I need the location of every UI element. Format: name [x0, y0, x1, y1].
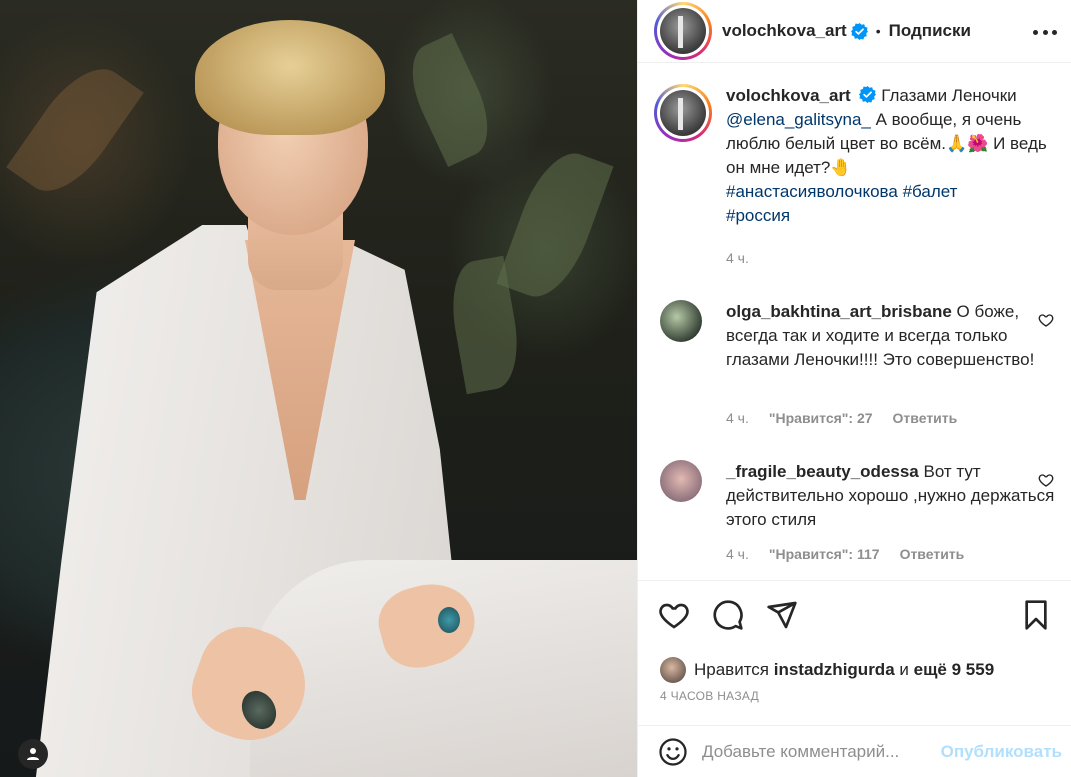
caption-text: Глазами Леночки	[881, 86, 1017, 105]
comment-username[interactable]: olga_bakhtina_art_brisbane	[726, 302, 952, 321]
hashtag[interactable]: #россия	[726, 206, 790, 225]
comment-item: _fragile_beauty_odessa Вот тут действите…	[654, 460, 1056, 532]
post-caption: volochkova_art Глазами Леночки @elena_ga…	[654, 84, 1056, 228]
comment-icon[interactable]	[712, 599, 744, 631]
comment-item: olga_bakhtina_art_brisbane О боже, всегд…	[654, 300, 1056, 372]
add-comment-bar: Опубликовать	[638, 725, 1071, 777]
post-photo[interactable]	[0, 0, 637, 777]
heart-icon[interactable]	[1038, 472, 1054, 488]
photo-leaf	[397, 32, 503, 168]
header-separator: •	[875, 23, 881, 39]
heart-icon[interactable]	[658, 599, 690, 631]
likes-and: и	[899, 660, 909, 679]
heart-icon[interactable]	[1038, 312, 1054, 328]
author-avatar[interactable]	[654, 2, 712, 60]
comments-list[interactable]: volochkova_art Глазами Леночки @elena_ga…	[638, 64, 1071, 580]
share-icon[interactable]	[766, 599, 798, 631]
likes-summary[interactable]: Нравится instadzhigurda и ещё 9 559	[660, 657, 994, 683]
photo-leaf	[6, 52, 144, 208]
verified-icon	[859, 86, 877, 103]
tagged-users-button[interactable]	[18, 739, 48, 769]
liker-username[interactable]: instadzhigurda	[774, 660, 895, 680]
comment-username[interactable]: _fragile_beauty_odessa	[726, 462, 919, 481]
author-username[interactable]: volochkova_art	[722, 21, 847, 41]
reply-button[interactable]: Ответить	[893, 410, 958, 426]
post-timestamp[interactable]: 4 ЧАСОВ НАЗАД	[660, 689, 759, 703]
caption-author-avatar[interactable]	[654, 84, 712, 142]
more-options-button[interactable]	[1033, 20, 1057, 44]
commenter-avatar[interactable]	[660, 300, 702, 342]
likes-prefix: Нравится	[694, 660, 770, 679]
photo-ring	[438, 607, 460, 633]
post-side-panel: volochkova_art • Подписки volochkova_art	[637, 0, 1071, 777]
publish-button[interactable]: Опубликовать	[941, 742, 1062, 762]
comment-time[interactable]: 4 ч.	[726, 410, 749, 426]
liker-avatar	[660, 657, 686, 683]
following-button[interactable]: Подписки	[889, 21, 971, 41]
hashtag[interactable]: #анастасияволочкова	[726, 182, 898, 201]
caption-meta: 4 ч.	[726, 250, 749, 266]
bookmark-icon[interactable]	[1020, 599, 1052, 631]
comment-likes[interactable]: "Нравится": 117	[769, 546, 880, 562]
comment-likes[interactable]: "Нравится": 27	[769, 410, 873, 426]
commenter-avatar[interactable]	[660, 460, 702, 502]
emoji-icon[interactable]	[658, 737, 688, 767]
reply-button[interactable]: Ответить	[900, 546, 965, 562]
user-icon	[27, 748, 39, 760]
more-icon	[1033, 29, 1038, 35]
likes-count[interactable]: ещё 9 559	[914, 660, 995, 680]
hashtag[interactable]: #балет	[903, 182, 958, 201]
verified-icon	[850, 22, 868, 40]
caption-author[interactable]: volochkova_art	[726, 86, 851, 105]
caption-mention[interactable]: @elena_galitsyna_	[726, 110, 871, 129]
comment-input[interactable]	[702, 741, 941, 762]
caption-time[interactable]: 4 ч.	[726, 250, 749, 266]
comment-meta: 4 ч. "Нравится": 117 Ответить	[726, 546, 964, 562]
comment-time[interactable]: 4 ч.	[726, 546, 749, 562]
comment-meta: 4 ч. "Нравится": 27 Ответить	[726, 410, 957, 426]
post-header: volochkova_art • Подписки	[638, 0, 1071, 63]
post-actions: Нравится instadzhigurda и ещё 9 559 4 ЧА…	[638, 580, 1071, 776]
photo-hair	[195, 20, 385, 135]
